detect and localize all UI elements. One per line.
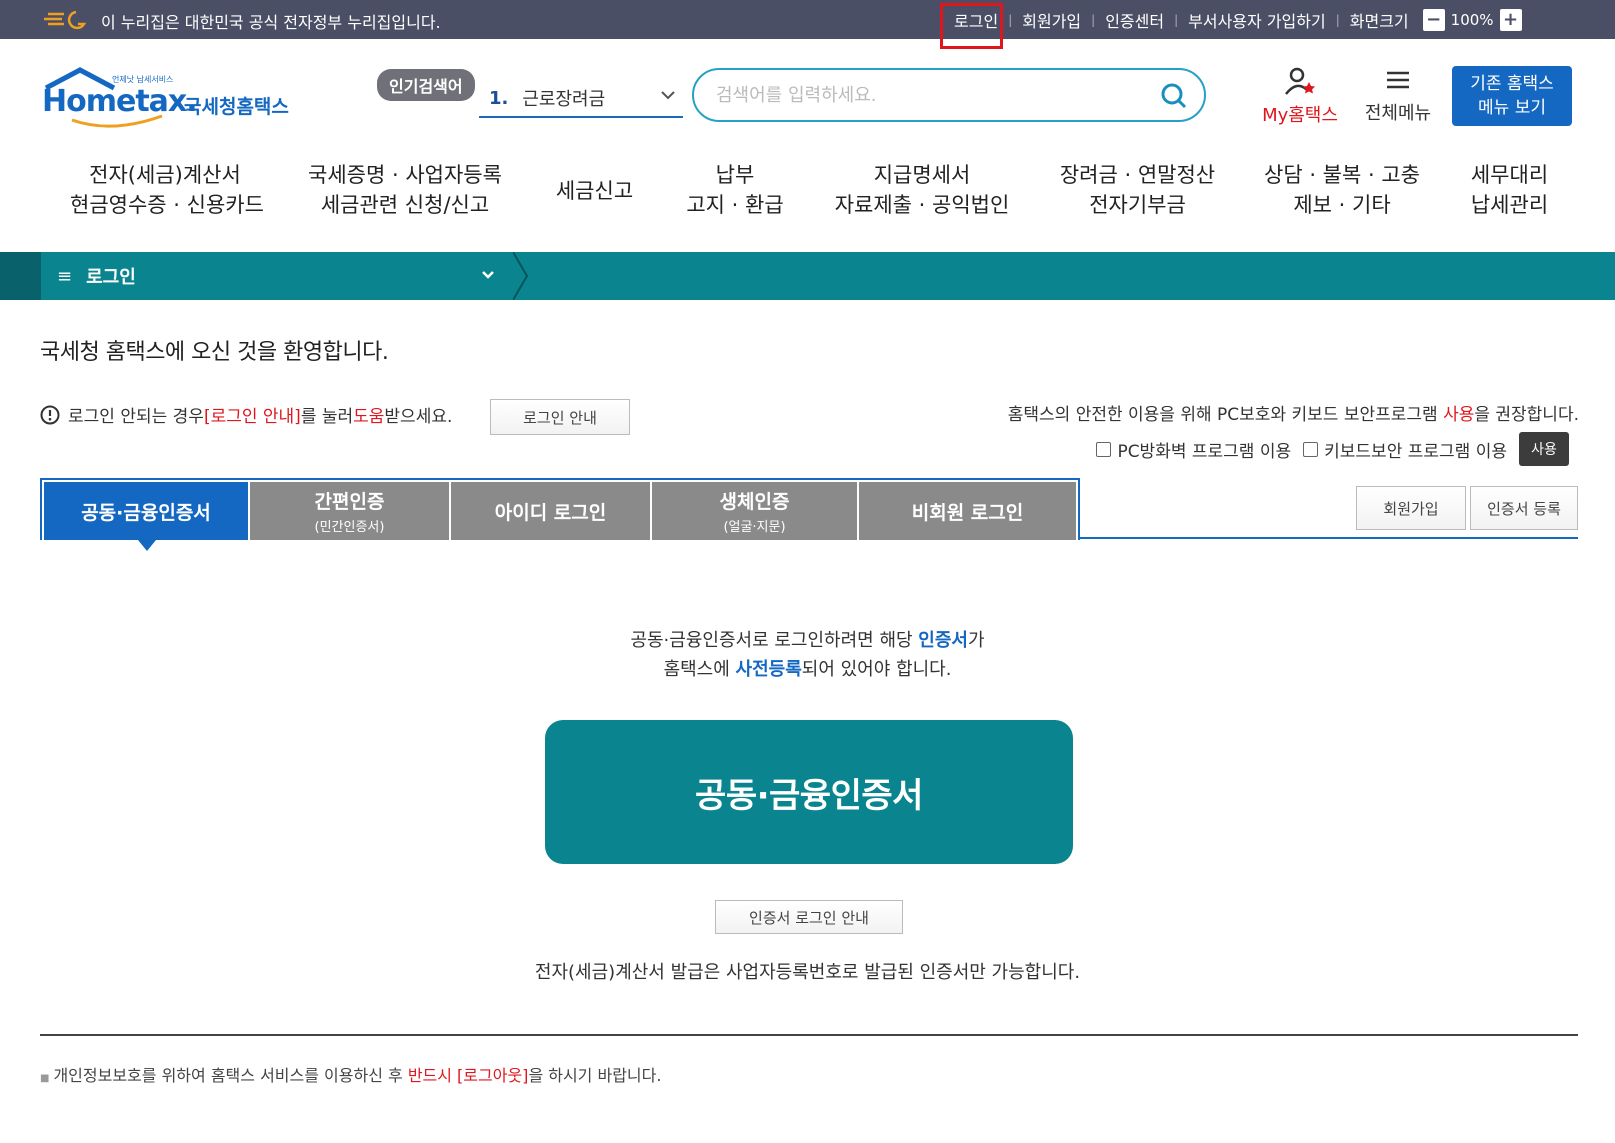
search-input[interactable] — [716, 84, 1156, 106]
user-star-icon — [1285, 67, 1315, 95]
nav-incentive[interactable]: 장려금 · 연말정산 전자기부금 — [1055, 160, 1220, 220]
logo-text: Hometax. — [42, 84, 198, 119]
popular-term: 근로장려금 — [522, 89, 606, 110]
hometax-logo[interactable]: 언제낫 납세서비스 Hometax. 국세청홈택스 — [42, 66, 302, 130]
alert-circle-icon — [40, 405, 60, 424]
breadcrumb-login-menu[interactable]: ≡ 로그인 — [41, 252, 517, 300]
active-tab-pointer — [138, 540, 156, 551]
nav-tax-filing[interactable]: 세금신고 — [547, 176, 642, 206]
joint-financial-cert-login-button[interactable]: 공동·금융인증서 — [545, 720, 1073, 864]
eg-logo-icon — [44, 10, 87, 30]
nav-tax-certificate[interactable]: 국세증명 · 사업자등록 세금관련 신청/신고 — [305, 160, 505, 220]
hamburger-icon — [1387, 71, 1409, 89]
dept-user-signup-link[interactable]: 부서사용자 가입하기 — [1188, 8, 1326, 32]
security-options: PC방화벽 프로그램 이용 키보드보안 프로그램 이용 사용 — [1096, 432, 1569, 466]
firewall-label: PC방화벽 프로그램 이용 — [1117, 441, 1292, 462]
login-help-notice: 로그인 안되는 경우 [로그인 안내] 를 눌러 도움 받으세요. — [40, 402, 452, 427]
login-link[interactable]: 로그인 — [954, 8, 998, 32]
issue-note: 전자(세금)계산서 발급은 사업자등록번호로 발급된 인증서만 가능합니다. — [534, 962, 1081, 983]
tab-guest-login[interactable]: 비회원 로그인 — [859, 482, 1076, 540]
popular-search-select[interactable]: 1. 근로장려금 — [479, 80, 683, 118]
zoom-level: 100% — [1450, 10, 1494, 29]
nav-tax-agent[interactable]: 세무대리 납세관리 — [1462, 160, 1557, 220]
nav-payment[interactable]: 납부 고지 · 환급 — [680, 160, 790, 220]
logo-sub: 국세청홈택스 — [184, 96, 289, 118]
firewall-checkbox[interactable] — [1096, 441, 1112, 457]
privacy-notice: ■ 개인정보보호를 위하여 홈택스 서비스를 이용하신 후 반드시 [로그아웃]을… — [40, 1066, 662, 1085]
nav-e-invoice[interactable]: 전자(세금)계산서 현금영수증 · 신용카드 — [70, 160, 264, 220]
search-icon[interactable] — [1160, 82, 1188, 110]
gov-banner: 이 누리집은 대한민국 공식 전자정부 누리집입니다. | 로그인 | 회원가입… — [0, 0, 1615, 39]
signup-link[interactable]: 회원가입 — [1022, 8, 1081, 32]
nav-consult[interactable]: 상담 · 불복 · 고충 제보 · 기타 — [1262, 160, 1422, 220]
chevron-down-icon — [661, 91, 675, 100]
keyboard-security-label: 키보드보안 프로그램 이용 — [1324, 441, 1507, 462]
keyboard-security-checkbox[interactable] — [1303, 441, 1319, 457]
all-menu-label: 전체메뉴 — [1364, 103, 1432, 124]
list-icon: ≡ — [57, 265, 73, 287]
zoom-in-button[interactable]: + — [1499, 8, 1522, 31]
register-cert-button[interactable]: 인증서 등록 — [1470, 486, 1578, 530]
gov-notice-text: 이 누리집은 대한민국 공식 전자정부 누리집입니다. — [101, 13, 441, 32]
breadcrumb-label: 로그인 — [86, 267, 136, 288]
security-notice: 홈택스의 안전한 이용을 위해 PC보호와 키보드 보안프로그램 사용을 권장합… — [1007, 405, 1579, 425]
welcome-heading: 국세청 홈택스에 오신 것을 환영합니다. — [40, 340, 389, 365]
signup-button[interactable]: 회원가입 — [1356, 486, 1466, 530]
cert-login-guide-button[interactable]: 인증서 로그인 안내 — [715, 900, 903, 934]
chevron-down-icon — [482, 271, 494, 279]
popular-search-badge: 인기검색어 — [377, 69, 475, 101]
tab-joint-financial-cert[interactable]: 공동·금융인증서 — [44, 482, 248, 540]
breadcrumb-bar: ≡ 로그인 — [0, 252, 1615, 300]
my-hometax-button[interactable]: My홈택스 — [1260, 66, 1340, 127]
login-guide-link[interactable]: [로그인 안내] — [204, 402, 301, 427]
help-link[interactable]: 도움 — [353, 402, 384, 427]
screen-size-label: 화면크기 — [1349, 11, 1409, 31]
search-box — [692, 68, 1206, 122]
divider — [40, 1034, 1578, 1036]
cert-center-link[interactable]: 인증센터 — [1105, 8, 1164, 32]
zoom-out-button[interactable]: − — [1422, 8, 1445, 31]
gov-links: | 로그인 | 회원가입 | 인증센터 | 부서사용자 가입하기 | 화면크기 … — [930, 0, 1528, 39]
old-menu-button[interactable]: 기존 홈택스 메뉴 보기 — [1452, 66, 1572, 126]
login-guide-button[interactable]: 로그인 안내 — [490, 399, 630, 435]
popular-rank: 1. — [489, 87, 509, 109]
login-tabs: 공동·금융인증서 간편인증 (민간인증서) 아이디 로그인 생체인증 (얼굴·지문)… — [40, 478, 1080, 540]
my-hometax-label: My홈택스 — [1262, 105, 1338, 126]
cert-description: 공동·금융인증서로 로그인하려면 해당 인증서가 홈택스에 사전등록되어 있어야… — [630, 630, 985, 680]
breadcrumb-divider-icon — [513, 252, 529, 300]
all-menu-button[interactable]: 전체메뉴 — [1358, 66, 1438, 125]
tab-biometric[interactable]: 생체인증 (얼굴·지문) — [652, 482, 857, 540]
main-nav: 전자(세금)계산서 현금영수증 · 신용카드 국세증명 · 사업자등록 세금관련 신… — [0, 160, 1615, 240]
tab-simple-auth[interactable]: 간편인증 (민간인증서) — [250, 482, 449, 540]
nav-payment-statement[interactable]: 지급명세서 자료제출 · 공익법인 — [832, 160, 1012, 220]
use-security-button[interactable]: 사용 — [1519, 432, 1569, 466]
tab-id-login[interactable]: 아이디 로그인 — [451, 482, 650, 540]
